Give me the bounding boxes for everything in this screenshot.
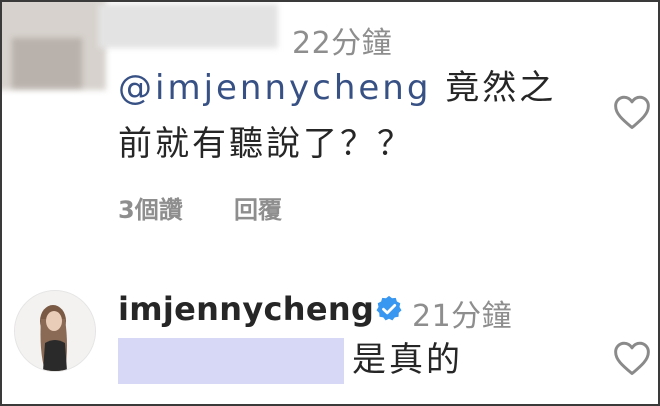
verified-badge-icon	[376, 295, 402, 321]
blurred-username	[98, 4, 278, 48]
comment-time: 22分鐘	[292, 26, 393, 61]
avatar[interactable]	[14, 290, 96, 372]
heart-icon[interactable]	[612, 340, 652, 376]
heart-icon[interactable]	[612, 94, 652, 130]
comment-text-line2: 前就有聽說了？？	[118, 124, 414, 164]
comment-text: @imjennycheng 竟然之 前就有聽說了？？	[118, 60, 556, 172]
blurred-avatar-shade	[12, 38, 82, 88]
comment-text-line1: 竟然之	[445, 68, 557, 108]
reply-button[interactable]: 回覆	[234, 190, 282, 225]
avatar-image	[15, 291, 95, 371]
reply-username[interactable]: imjennycheng	[118, 290, 374, 328]
redacted-mention	[118, 338, 344, 384]
like-count[interactable]: 3個讚	[118, 190, 183, 225]
reply-time: 21分鐘	[412, 299, 513, 334]
mention-link[interactable]: @imjennycheng	[118, 68, 431, 108]
comment-thread: 22分鐘 @imjennycheng 竟然之 前就有聽說了？？ 3個讚 回覆 i…	[0, 0, 660, 406]
reply-text: 是真的	[352, 340, 463, 380]
